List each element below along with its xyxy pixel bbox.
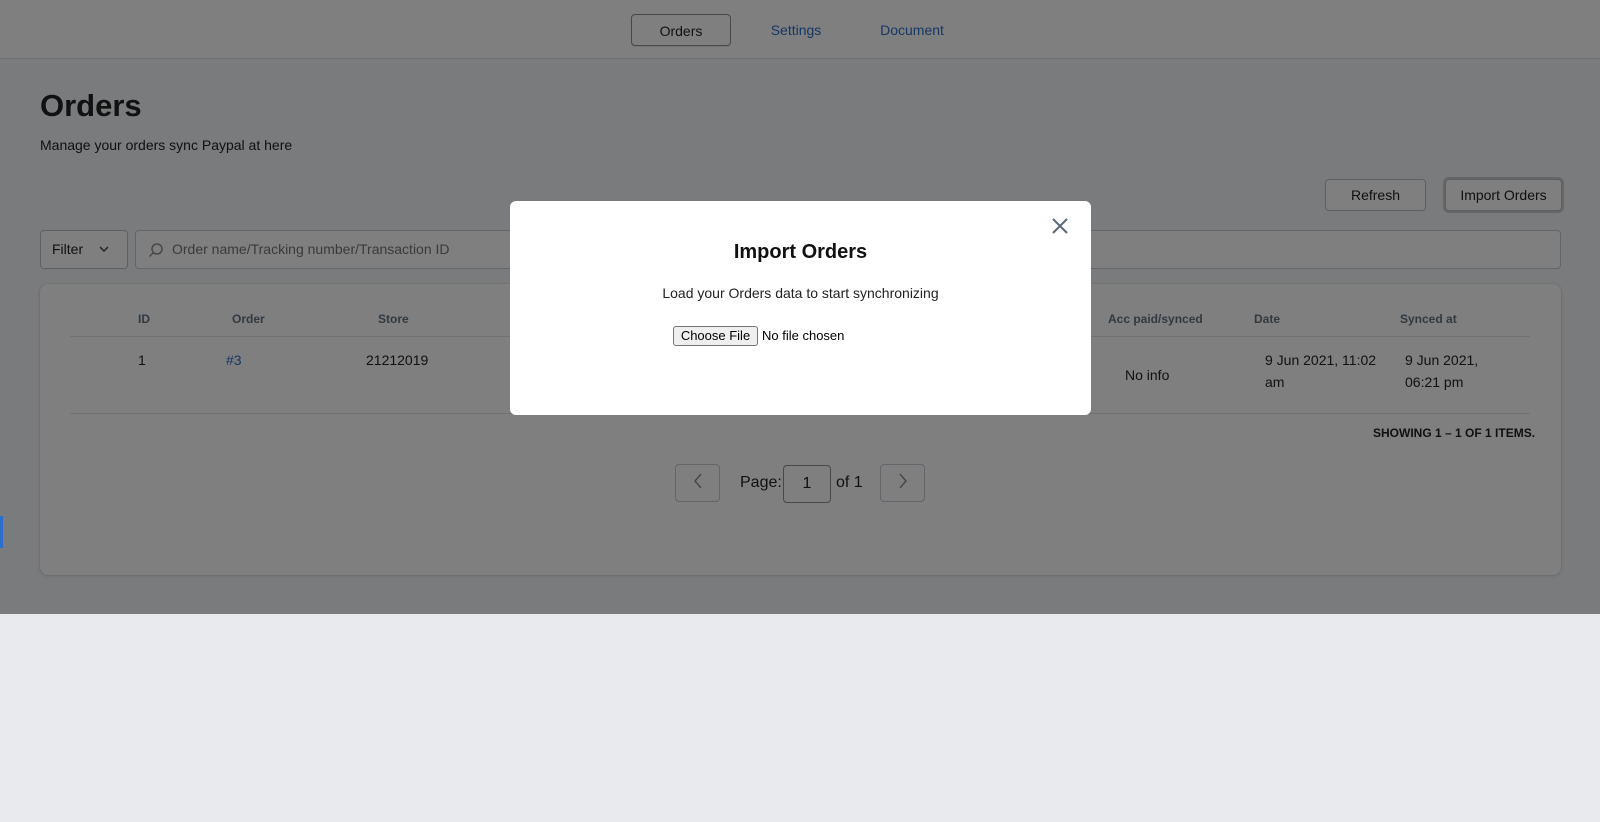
- left-edge-indicator: [0, 516, 3, 548]
- file-status: No file chosen: [762, 328, 845, 343]
- modal-title: Import Orders: [733, 241, 868, 263]
- close-icon[interactable]: [1048, 214, 1072, 238]
- choose-file-button[interactable]: Choose File: [673, 326, 758, 346]
- modal-description: Load your Orders data to start synchroni…: [662, 285, 939, 301]
- import-orders-modal: Import Orders Load your Orders data to s…: [510, 201, 1091, 415]
